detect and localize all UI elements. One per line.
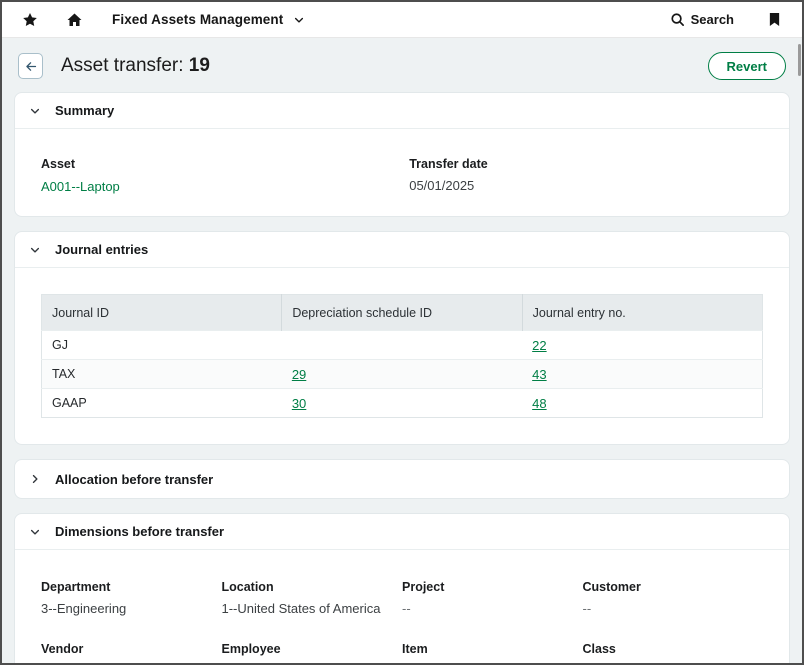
star-icon[interactable]: [16, 6, 44, 34]
journal-id-cell: GJ: [42, 331, 282, 360]
summary-body: Asset A001--Laptop Transfer date 05/01/2…: [15, 129, 789, 216]
page-header: Asset transfer: 19 Revert: [18, 46, 786, 86]
journal-entries-section-title: Journal entries: [55, 242, 148, 257]
journal-entry-cell: 22: [522, 331, 762, 360]
top-navigation-bar: Fixed Assets Management Search: [2, 2, 802, 38]
page-content: Asset transfer: 19 Revert Summary Asset …: [2, 38, 802, 665]
search-button[interactable]: Search: [670, 12, 734, 27]
project-label: Project: [402, 580, 583, 594]
location-label: Location: [222, 580, 403, 594]
project-value: --: [402, 601, 583, 616]
dimensions-section-header[interactable]: Dimensions before transfer: [15, 514, 789, 549]
app-window: Fixed Assets Management Search Asset tra…: [0, 0, 804, 665]
home-icon[interactable]: [60, 6, 88, 34]
chevron-down-icon: [293, 14, 305, 26]
summary-section: Summary Asset A001--Laptop Transfer date…: [14, 92, 790, 217]
project-field: Project --: [402, 580, 583, 642]
column-header-depreciation-schedule-id[interactable]: Depreciation schedule ID: [282, 295, 522, 331]
asset-field: Asset A001--Laptop: [41, 157, 409, 196]
dimensions-section: Dimensions before transfer Department 3-…: [14, 513, 790, 665]
dimensions-body: Department 3--Engineering Location 1--Un…: [15, 550, 789, 665]
chevron-down-icon: [29, 526, 41, 538]
customer-label: Customer: [583, 580, 764, 594]
journal-entry-cell: 43: [522, 360, 762, 389]
allocation-section: Allocation before transfer: [14, 459, 790, 499]
app-switcher-menu[interactable]: Fixed Assets Management: [112, 12, 305, 27]
item-label: Item: [402, 642, 583, 656]
journal-entries-section-header[interactable]: Journal entries: [15, 232, 789, 267]
journal-id-cell: GAAP: [42, 389, 282, 418]
journal-entries-body: Journal ID Depreciation schedule ID Jour…: [15, 268, 789, 444]
chevron-down-icon: [29, 105, 41, 117]
employee-field: Employee 2345--Johnson: [222, 642, 403, 665]
journal-entries-table: Journal ID Depreciation schedule ID Jour…: [41, 294, 763, 418]
journal-entry-link[interactable]: 48: [532, 396, 546, 411]
department-value: 3--Engineering: [41, 601, 222, 616]
column-header-journal-entry-no[interactable]: Journal entry no.: [522, 295, 762, 331]
table-row: TAX 29 43: [42, 360, 763, 389]
dep-schedule-cell: 30: [282, 389, 522, 418]
chevron-down-icon: [29, 244, 41, 256]
vertical-scrollbar[interactable]: [798, 44, 801, 76]
journal-entry-cell: 48: [522, 389, 762, 418]
location-field: Location 1--United States of America: [222, 580, 403, 642]
class-label: Class: [583, 642, 764, 656]
asset-label: Asset: [41, 157, 409, 171]
dep-schedule-cell: 29: [282, 360, 522, 389]
column-header-journal-id[interactable]: Journal ID: [42, 295, 282, 331]
dimensions-section-title: Dimensions before transfer: [55, 524, 224, 539]
vendor-label: Vendor: [41, 642, 222, 656]
table-row: GJ 22: [42, 331, 763, 360]
search-label: Search: [691, 12, 734, 27]
vendor-field: Vendor --: [41, 642, 222, 665]
department-label: Department: [41, 580, 222, 594]
employee-label: Employee: [222, 642, 403, 656]
dep-schedule-cell: [282, 331, 522, 360]
search-icon: [670, 12, 685, 27]
class-field: Class --: [583, 642, 764, 665]
journal-entries-section: Journal entries Journal ID Depreciation …: [14, 231, 790, 445]
journal-entry-link[interactable]: 22: [532, 338, 546, 353]
arrow-left-icon: [24, 60, 38, 73]
dep-schedule-link[interactable]: 29: [292, 367, 306, 382]
chevron-right-icon: [29, 473, 41, 485]
app-menu-label: Fixed Assets Management: [112, 12, 283, 27]
bookmark-icon[interactable]: [760, 6, 788, 34]
item-field: Item --: [402, 642, 583, 665]
summary-section-title: Summary: [55, 103, 114, 118]
revert-button[interactable]: Revert: [708, 52, 786, 80]
department-field: Department 3--Engineering: [41, 580, 222, 642]
back-button[interactable]: [18, 53, 43, 79]
transfer-date-field: Transfer date 05/01/2025: [409, 157, 763, 196]
journal-id-cell: TAX: [42, 360, 282, 389]
journal-entry-link[interactable]: 43: [532, 367, 546, 382]
table-row: GAAP 30 48: [42, 389, 763, 418]
allocation-section-title: Allocation before transfer: [55, 472, 213, 487]
allocation-section-header[interactable]: Allocation before transfer: [15, 460, 789, 498]
page-title: Asset transfer: 19: [61, 55, 210, 77]
dep-schedule-link[interactable]: 30: [292, 396, 306, 411]
transfer-date-value: 05/01/2025: [409, 178, 763, 193]
record-id: 19: [189, 55, 210, 76]
asset-value-link[interactable]: A001--Laptop: [41, 179, 120, 194]
customer-value: --: [583, 601, 764, 616]
customer-field: Customer --: [583, 580, 764, 642]
summary-section-header[interactable]: Summary: [15, 93, 789, 128]
location-value: 1--United States of America: [222, 601, 403, 616]
table-header-row: Journal ID Depreciation schedule ID Jour…: [42, 295, 763, 331]
transfer-date-label: Transfer date: [409, 157, 763, 171]
